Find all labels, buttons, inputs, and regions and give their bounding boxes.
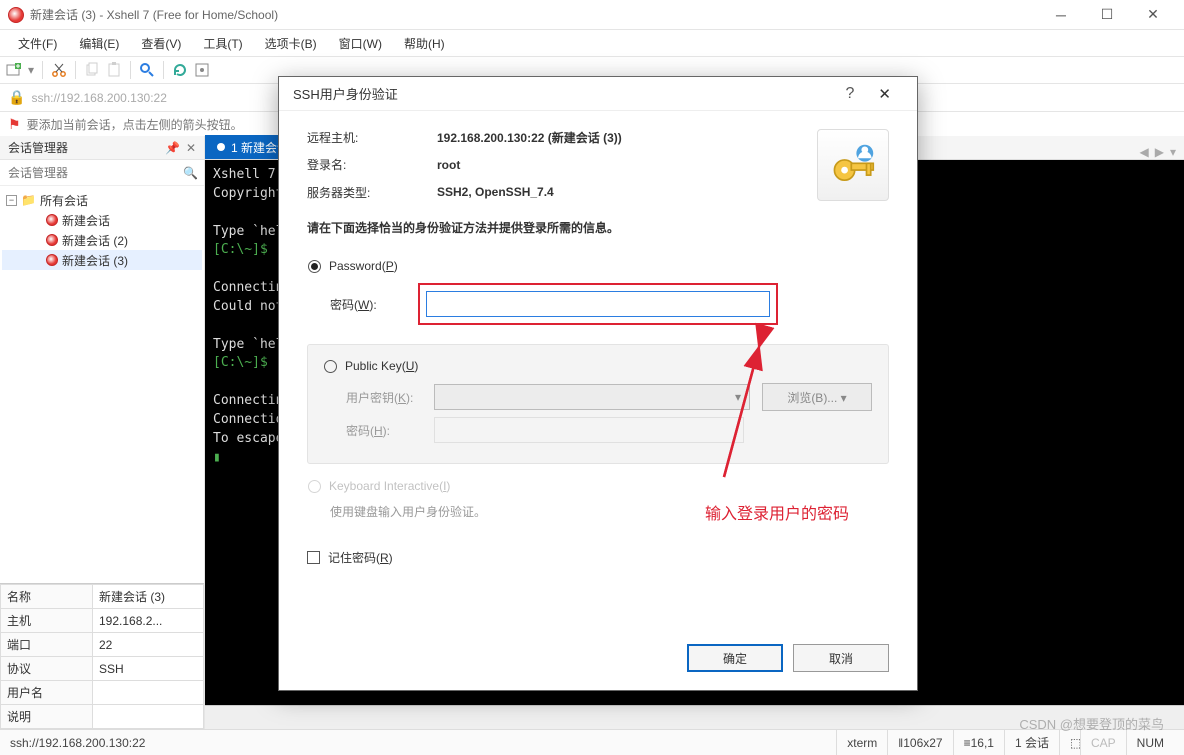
menu-bar: 文件(F) 编辑(E) 查看(V) 工具(T) 选项卡(B) 窗口(W) 帮助(…: [0, 30, 1184, 56]
checkbox-indicator: [307, 551, 320, 564]
copy-icon[interactable]: [84, 62, 100, 78]
radio-kbi[interactable]: Keyboard Interactive(I): [308, 479, 888, 493]
login-label: 登录名:: [307, 156, 437, 173]
tab-status-icon: [217, 143, 225, 151]
session-icon: [46, 254, 58, 266]
passphrase-label: 密码(H):: [324, 422, 434, 439]
menu-tab[interactable]: 选项卡(B): [255, 32, 327, 55]
tab-next-icon[interactable]: ▶: [1155, 145, 1164, 159]
tree-item[interactable]: 新建会话: [62, 212, 110, 229]
menu-view[interactable]: 查看(V): [131, 32, 191, 55]
passphrase-input: [434, 417, 744, 443]
session-manager-title: 会话管理器: [8, 139, 68, 156]
menu-help[interactable]: 帮助(H): [394, 32, 455, 55]
prop-row: 协议SSH: [1, 657, 204, 681]
auth-prompt: 请在下面选择恰当的身份验证方法并提供登录所需的信息。: [307, 219, 889, 236]
session-properties: 名称新建会话 (3) 主机192.168.2... 端口22 协议SSH 用户名…: [0, 583, 204, 729]
status-sessions: 1 会话: [1004, 730, 1059, 755]
menu-tools[interactable]: 工具(T): [193, 32, 252, 55]
dialog-close-button[interactable]: ✕: [866, 85, 903, 103]
window-titlebar: 新建会话 (3) - Xshell 7 (Free for Home/Schoo…: [0, 0, 1184, 30]
tree-item-selected[interactable]: 新建会话 (3): [62, 252, 128, 269]
status-bar: ssh://192.168.200.130:22 xterm ‖ 106x27 …: [0, 729, 1184, 755]
radio-password[interactable]: Password(P): [308, 259, 888, 273]
window-title: 新建会话 (3) - Xshell 7 (Free for Home/Schoo…: [30, 6, 278, 23]
status-term: xterm: [836, 730, 887, 755]
radio-public-key[interactable]: Public Key(U): [324, 359, 872, 373]
server-type-label: 服务器类型:: [307, 184, 437, 201]
flag-icon: ⚑: [8, 116, 21, 133]
remember-password-label: 记住密码(R): [328, 549, 393, 566]
settings-icon[interactable]: [194, 62, 210, 78]
auth-key-icon: [817, 129, 889, 201]
tree-item[interactable]: 新建会话 (2): [62, 232, 128, 249]
dialog-title: SSH用户身份验证: [293, 84, 398, 103]
status-net-icon: ⬚: [1059, 730, 1080, 755]
menu-edit[interactable]: 编辑(E): [69, 32, 129, 55]
tree-collapse-icon[interactable]: −: [6, 195, 17, 206]
lock-icon: 🔒: [8, 89, 25, 106]
session-manager-panel: 会话管理器 📌 ✕ 🔍 − 📁 所有会话 新建会话 新建会话 (2): [0, 136, 205, 729]
cut-icon[interactable]: [51, 62, 67, 78]
browse-button: 浏览(B)... ▾: [762, 383, 872, 411]
kbi-note: 使用键盘输入用户身份验证。: [308, 503, 888, 520]
login-value: root: [437, 158, 799, 172]
session-filter-input[interactable]: [6, 165, 183, 181]
toolbar-dropdown-icon[interactable]: ▾: [28, 63, 34, 77]
session-tree[interactable]: − 📁 所有会话 新建会话 新建会话 (2) 新建会话 (3): [0, 186, 204, 583]
panel-close-icon[interactable]: ✕: [186, 141, 196, 155]
userkey-combo: ▾: [434, 384, 750, 410]
prop-row: 用户名: [1, 681, 204, 705]
ok-button[interactable]: 确定: [687, 644, 783, 672]
server-type-value: SSH2, OpenSSH_7.4: [437, 185, 799, 199]
radio-kbi-label: Keyboard Interactive(I): [329, 479, 450, 493]
app-icon: [8, 7, 24, 23]
folder-icon: 📁: [21, 193, 36, 207]
radio-password-label: Password(P): [329, 259, 398, 273]
pin-icon[interactable]: 📌: [165, 141, 180, 155]
prop-row: 端口22: [1, 633, 204, 657]
refresh-icon[interactable]: [172, 62, 188, 78]
address-text[interactable]: ssh://192.168.200.130:22: [31, 91, 166, 105]
search-icon[interactable]: [139, 62, 155, 78]
password-input[interactable]: [426, 291, 770, 317]
cancel-button[interactable]: 取消: [793, 644, 889, 672]
dialog-help-button[interactable]: ?: [834, 85, 867, 103]
radio-pubkey-label: Public Key(U): [345, 359, 418, 373]
prop-row: 名称新建会话 (3): [1, 585, 204, 609]
password-highlight-box: [418, 283, 778, 325]
tab-prev-icon[interactable]: ◀: [1140, 145, 1149, 159]
status-caps: CAP: [1080, 730, 1126, 755]
maximize-button[interactable]: ☐: [1084, 0, 1130, 30]
radio-pubkey-indicator: [324, 360, 337, 373]
prop-row: 说明: [1, 705, 204, 729]
hint-text: 要添加当前会话，点击左侧的箭头按钮。: [27, 116, 243, 133]
filter-search-icon[interactable]: 🔍: [183, 166, 198, 180]
status-address: ssh://192.168.200.130:22: [10, 736, 145, 750]
terminal-input-bar[interactable]: [205, 705, 1184, 729]
remote-host-label: 远程主机:: [307, 129, 437, 146]
minimize-button[interactable]: ─: [1038, 0, 1084, 30]
session-icon: [46, 214, 58, 226]
radio-password-indicator: [308, 260, 321, 273]
radio-kbi-indicator: [308, 480, 321, 493]
remote-host-value: 192.168.200.130:22 (新建会话 (3)): [437, 129, 799, 146]
status-num: NUM: [1126, 730, 1174, 755]
tree-root-label[interactable]: 所有会话: [40, 192, 88, 209]
paste-icon[interactable]: [106, 62, 122, 78]
new-session-icon[interactable]: [6, 62, 22, 78]
ssh-auth-dialog: SSH用户身份验证 ? ✕ 远程主机: 192.168.200.130:22 (…: [278, 76, 918, 691]
session-icon: [46, 234, 58, 246]
status-size: ‖ 106x27: [887, 730, 952, 755]
status-pos: ≡ 16,1: [953, 730, 1004, 755]
remember-password-checkbox[interactable]: 记住密码(R): [307, 549, 889, 566]
userkey-label: 用户密钥(K):: [324, 389, 434, 406]
tab-menu-icon[interactable]: ▾: [1170, 145, 1176, 159]
menu-window[interactable]: 窗口(W): [329, 32, 392, 55]
prop-row: 主机192.168.2...: [1, 609, 204, 633]
password-label: 密码(W):: [308, 296, 418, 313]
close-button[interactable]: ✕: [1130, 0, 1176, 30]
menu-file[interactable]: 文件(F): [8, 32, 67, 55]
